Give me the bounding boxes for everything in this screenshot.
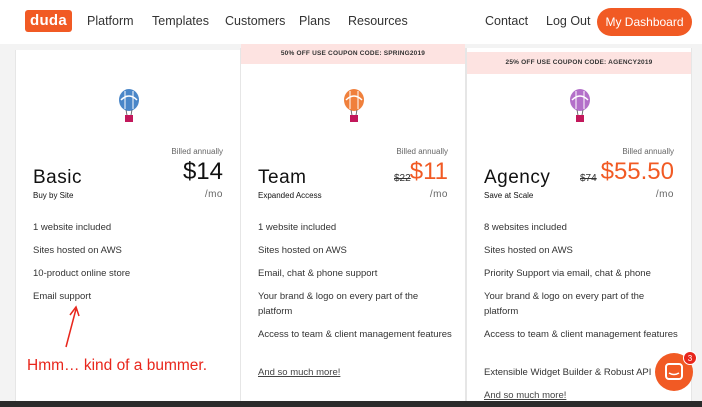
- plan-card-team: 50% OFF USE COUPON CODE: SPRING2019 Bill…: [240, 44, 466, 407]
- bottom-edge-bar: [0, 401, 702, 407]
- old-price: $74: [580, 173, 597, 184]
- feature-item: 1 website included: [33, 222, 112, 233]
- feature-item: Priority Support via email, chat & phone: [484, 268, 651, 279]
- plan-subtitle: Buy by Site: [33, 191, 74, 200]
- nav-link-platform[interactable]: Platform: [87, 14, 134, 28]
- billed-annually-label: Billed annually: [622, 147, 674, 156]
- annotation-arrow: [65, 305, 80, 348]
- balloon-icon: [119, 89, 139, 122]
- per-month-label: /mo: [655, 189, 674, 200]
- nav-link-plans[interactable]: Plans: [299, 14, 330, 28]
- feature-item: Access to team & client management featu…: [484, 329, 678, 340]
- feature-item: Your brand & logo on every part of the p…: [484, 291, 645, 317]
- feature-item: Email, chat & phone support: [258, 268, 378, 279]
- feature-item: Access to team & client management featu…: [258, 329, 452, 340]
- and-so-much-more-link[interactable]: And so much more!: [484, 390, 566, 401]
- feature-item: Sites hosted on AWS: [33, 245, 122, 256]
- feature-item: 10-product online store: [33, 268, 131, 279]
- billed-annually-label: Billed annually: [396, 147, 448, 156]
- plan-name: Agency: [484, 167, 551, 188]
- price: $14: [182, 158, 223, 185]
- coupon-banner: 50% OFF USE COUPON CODE: SPRING2019: [241, 44, 465, 64]
- coupon-banner: 25% OFF USE COUPON CODE: AGENCY2019: [467, 52, 691, 74]
- nav-link-logout[interactable]: Log Out: [546, 14, 590, 28]
- nav-link-contact[interactable]: Contact: [485, 14, 528, 28]
- balloon-icon: [570, 89, 590, 122]
- plan-card-basic: Billed annually Basic $14 Buy by Site /m…: [15, 50, 241, 407]
- annotation-text: Hmm… kind of a bummer.: [27, 357, 208, 374]
- plan-subtitle: Expanded Access: [258, 191, 322, 200]
- feature-item: Email support: [33, 291, 92, 302]
- old-price: $22: [394, 173, 411, 184]
- feature-item: 8 websites included: [484, 222, 567, 233]
- feature-item: Extensible Widget Builder & Robust API: [484, 367, 652, 378]
- per-month-label: /mo: [429, 189, 448, 200]
- balloon-icon: [344, 89, 364, 122]
- price: $55.50: [600, 158, 674, 185]
- feature-item: Your brand & logo on every part of the p…: [258, 291, 419, 317]
- feature-item: 1 website included: [258, 222, 337, 233]
- nav-link-customers[interactable]: Customers: [225, 14, 285, 28]
- billed-annually-label: Billed annually: [171, 147, 223, 156]
- top-nav: duda Platform Templates Customers Plans …: [0, 0, 702, 44]
- plan-name: Basic: [33, 167, 82, 188]
- plan-subtitle: Save at Scale: [484, 191, 534, 200]
- duda-logo[interactable]: duda: [25, 10, 72, 32]
- chat-notification-badge: 3: [683, 351, 697, 365]
- plan-name: Team: [258, 167, 307, 188]
- feature-item: Sites hosted on AWS: [484, 245, 573, 256]
- feature-item: Sites hosted on AWS: [258, 245, 347, 256]
- and-so-much-more-link[interactable]: And so much more!: [258, 367, 340, 378]
- price: $11: [409, 158, 448, 185]
- my-dashboard-button[interactable]: My Dashboard: [597, 8, 692, 36]
- per-month-label: /mo: [204, 189, 223, 200]
- nav-link-templates[interactable]: Templates: [152, 14, 209, 28]
- nav-link-resources[interactable]: Resources: [348, 14, 408, 28]
